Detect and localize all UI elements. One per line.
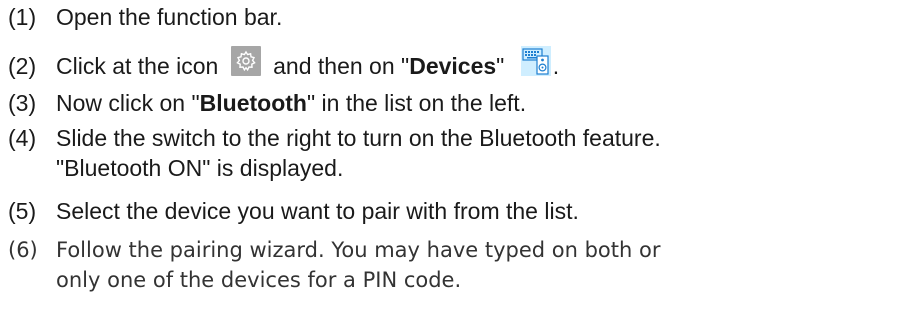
step-text: Slide the switch to the right to turn on…: [56, 125, 661, 151]
step-number: (6): [8, 238, 38, 262]
step-text: Select the device you want to pair with …: [56, 198, 579, 224]
step-3: (3) Now click on "Bluetooth" in the list …: [8, 88, 910, 118]
step-text: Now click on ": [56, 90, 200, 116]
step-number: (4): [8, 125, 37, 151]
step-text: and then on ": [273, 53, 410, 79]
step-text: " in the list on the left.: [306, 90, 527, 116]
devices-label: Devices: [409, 53, 497, 79]
gear-icon: [230, 46, 261, 76]
step-4-continuation: "Bluetooth ON" is displayed.: [56, 155, 344, 181]
step-1: (1) Open the function bar.: [8, 2, 910, 32]
step-number: (5): [8, 198, 37, 224]
instruction-steps: (1) Open the function bar. (2) Click at th…: [0, 0, 910, 310]
step-6: (6) Follow the pairing wizard. You may ha…: [8, 235, 910, 265]
step-6-continuation: only one of the devices for a PIN code.: [56, 268, 462, 292]
step-4: (4) Slide the switch to the right to turn…: [8, 123, 910, 153]
devices-icon: [520, 46, 551, 76]
step-number: (1): [8, 4, 37, 30]
step-text: Follow the pairing wizard. You may have …: [56, 238, 661, 262]
bluetooth-label: Bluetooth: [199, 90, 307, 116]
step-number: (3): [8, 90, 37, 116]
step-text: Click at the icon: [56, 53, 219, 79]
step-5: (5) Select the device you want to pair wi…: [8, 196, 910, 226]
step-text: Open the function bar.: [56, 4, 283, 30]
step-2: (2) Click at the icon and then on "Device…: [8, 46, 910, 81]
step-number: (2): [8, 53, 37, 79]
